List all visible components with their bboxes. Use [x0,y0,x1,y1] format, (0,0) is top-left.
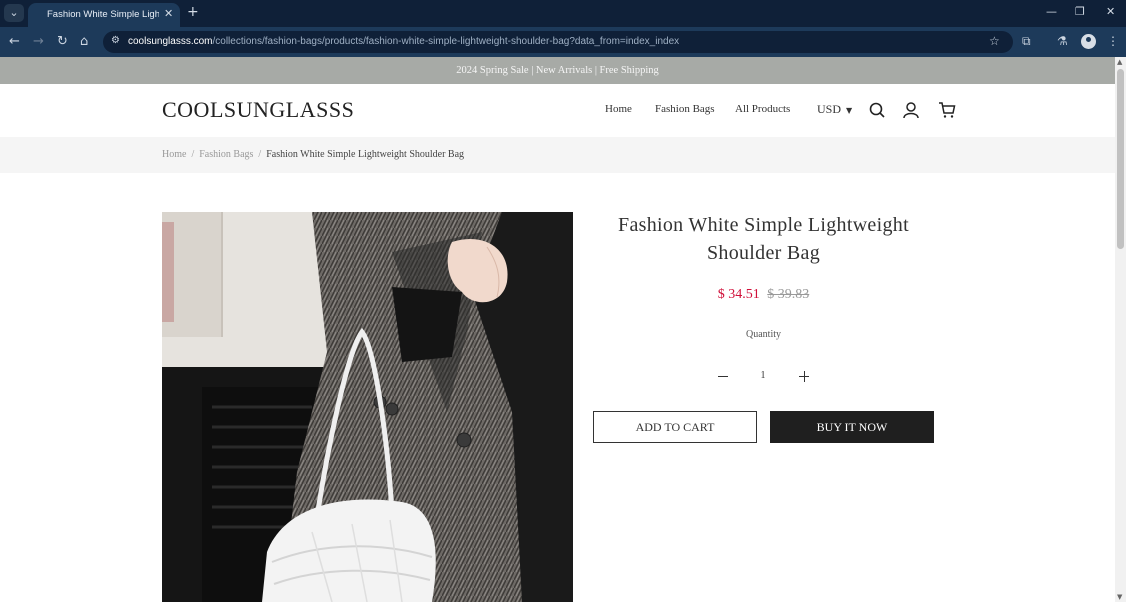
address-bar[interactable]: ⚙ coolsunglasss.com/collections/fashion-… [103,31,1013,53]
web-page: 2024 Spring Sale | New Arrivals | Free S… [0,57,1115,602]
scroll-down-arrow-icon[interactable]: ▼ [1117,593,1122,601]
product-image[interactable] [162,212,573,602]
browser-toolbar: ← → ↻ ⌂ ⚙ coolsunglasss.com/collections/… [0,27,1126,57]
forward-icon[interactable]: → [33,34,44,49]
tab-close-icon[interactable]: ✕ [164,7,173,20]
account-icon[interactable] [902,101,920,119]
price-block: $ 34.51 $ 39.83 [606,287,921,303]
nav-all-products[interactable]: All Products [735,103,790,115]
url-text[interactable]: coolsunglasss.com/collections/fashion-ba… [128,36,679,47]
search-icon[interactable] [868,101,886,119]
quantity-label: Quantity [746,329,781,340]
bookmark-star-icon[interactable]: ☆ [989,34,1000,48]
nav-home[interactable]: Home [605,103,632,115]
site-header: COOLSUNGLASSS Home Fashion Bags All Prod… [0,84,1115,137]
cart-icon[interactable] [938,101,956,119]
nav-fashion-bags[interactable]: Fashion Bags [655,103,715,115]
profile-avatar-icon[interactable] [1081,34,1096,49]
product-photo-illustration [162,212,573,602]
breadcrumb-separator: / [191,149,195,160]
tab-search-menu-icon[interactable]: ⌄ [4,4,24,22]
tab-title: Fashion White Simple Lightweight Shoulde… [47,9,159,20]
breadcrumb-bar: Home / Fashion Bags / Fashion White Simple L… [0,137,1115,173]
announcement-bar: 2024 Spring Sale | New Arrivals | Free S… [0,57,1115,84]
back-icon[interactable]: ← [9,34,20,49]
breadcrumb-current: Fashion White Simple Lightweight Shoulde… [266,149,465,160]
close-window-icon[interactable]: ✕ [1106,5,1115,18]
url-path: /collections/fashion-bags/products/fashi… [212,36,680,47]
url-host: coolsunglasss.com [128,36,213,47]
quantity-input[interactable]: 1 [753,370,773,381]
page-scrollbar[interactable]: ▲ ▼ [1115,57,1126,602]
caret-down-icon: ▼ [846,106,853,115]
scroll-up-arrow-icon[interactable]: ▲ [1117,58,1122,66]
site-logo[interactable]: COOLSUNGLASSS [162,97,354,123]
labs-flask-icon[interactable]: ⚗ [1057,34,1068,48]
reload-icon[interactable]: ↻ [57,34,68,49]
compare-at-price: $ 39.83 [767,287,810,302]
browser-menu-icon[interactable]: ⋮ [1107,34,1119,48]
extensions-icon[interactable]: ⧉ [1022,34,1031,49]
currency-selector[interactable]: USD ▼ [817,102,852,117]
quantity-increase-button[interactable] [794,367,814,387]
browser-tab-strip: ⌄ Fashion White Simple Lightweight Shoul… [0,0,1126,27]
add-to-cart-button[interactable]: ADD TO CART [593,411,757,443]
currency-value: USD [817,102,842,116]
home-icon[interactable]: ⌂ [80,34,88,49]
sale-price: $ 34.51 [717,287,760,302]
breadcrumb-fashion-bags[interactable]: Fashion Bags [199,149,253,160]
scrollbar-thumb[interactable] [1117,69,1124,249]
new-tab-icon[interactable]: + [187,4,199,20]
restore-icon[interactable]: ❐ [1075,5,1085,18]
breadcrumb-home[interactable]: Home [162,149,186,160]
minimize-icon[interactable]: — [1046,5,1057,18]
breadcrumb: Home / Fashion Bags / Fashion White Simple L… [162,149,464,160]
browser-tab[interactable]: Fashion White Simple Lightweight Shoulde… [28,3,180,27]
quantity-decrease-button[interactable] [713,367,733,387]
site-info-icon[interactable]: ⚙ [111,35,120,46]
buy-it-now-button[interactable]: BUY IT NOW [770,411,934,443]
breadcrumb-separator: / [258,149,262,160]
product-title: Fashion White Simple Lightweight Shoulde… [618,214,909,264]
